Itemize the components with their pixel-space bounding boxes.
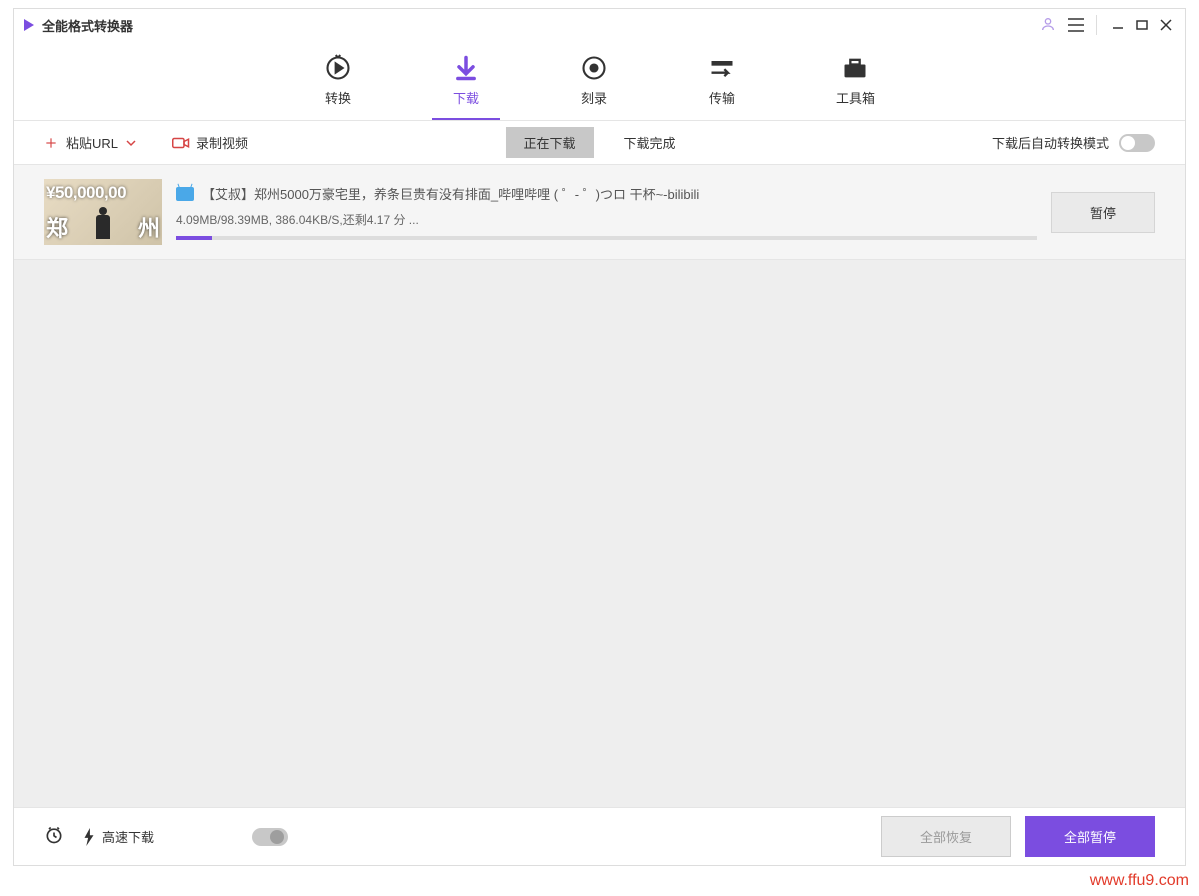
item-title-row: 【艾叔】郑州5000万豪宅里，养条巨贵有没有排面_哔哩哔哩 ( ゜- ゜)つロ … bbox=[176, 184, 1037, 203]
plus-icon bbox=[44, 136, 58, 150]
bilibili-icon bbox=[176, 187, 194, 201]
sub-tab-downloaded[interactable]: 下载完成 bbox=[606, 127, 694, 158]
speed-download-toggle[interactable] bbox=[252, 828, 288, 846]
thumb-price-text: ¥50,000,00 bbox=[46, 183, 126, 203]
window-controls bbox=[1109, 16, 1175, 34]
download-item: ¥50,000,00 郑 州 【艾叔】郑州5000万豪宅里，养条巨贵有没有排面_… bbox=[14, 165, 1185, 260]
item-info: 【艾叔】郑州5000万豪宅里，养条巨贵有没有排面_哔哩哔哩 ( ゜- ゜)つロ … bbox=[176, 184, 1037, 240]
item-title: 【艾叔】郑州5000万豪宅里，养条巨贵有没有排面_哔哩哔哩 ( ゜- ゜)つロ … bbox=[202, 184, 699, 203]
tab-label: 工具箱 bbox=[836, 88, 875, 107]
paste-url-label: 粘贴URL bbox=[66, 133, 118, 152]
lightning-icon bbox=[82, 828, 96, 846]
convert-icon bbox=[324, 54, 352, 82]
burn-icon bbox=[580, 54, 608, 82]
pause-all-button[interactable]: 全部暂停 bbox=[1025, 816, 1155, 857]
sub-toolbar: 粘贴URL 录制视频 正在下载 下载完成 下载后自动转换模式 bbox=[14, 121, 1185, 165]
tab-toolbox[interactable]: 工具箱 bbox=[816, 41, 895, 120]
auto-convert-label: 下载后自动转换模式 bbox=[992, 133, 1109, 152]
app-window: 全能格式转换器 转换 下载 刻录 bbox=[13, 8, 1186, 866]
close-button[interactable] bbox=[1157, 16, 1175, 34]
footer: 高速下载 全部恢复 全部暂停 bbox=[14, 807, 1185, 865]
titlebar-left: 全能格式转换器 bbox=[24, 16, 133, 35]
thumb-right-text: 州 bbox=[138, 211, 160, 243]
minimize-button[interactable] bbox=[1109, 16, 1127, 34]
download-list: ¥50,000,00 郑 州 【艾叔】郑州5000万豪宅里，养条巨贵有没有排面_… bbox=[14, 165, 1185, 807]
hamburger-menu-icon[interactable] bbox=[1068, 16, 1084, 34]
app-title: 全能格式转换器 bbox=[42, 16, 133, 35]
tab-label: 转换 bbox=[325, 88, 351, 107]
tab-burn[interactable]: 刻录 bbox=[560, 41, 628, 120]
clock-icon[interactable] bbox=[44, 825, 64, 848]
speed-label-text: 高速下载 bbox=[102, 827, 154, 846]
download-icon bbox=[452, 54, 480, 82]
tab-label: 刻录 bbox=[581, 88, 607, 107]
toolbox-icon bbox=[841, 54, 869, 82]
item-stats: 4.09MB/98.39MB, 386.04KB/S,还剩4.17 分 ... bbox=[176, 211, 1037, 228]
footer-left: 高速下载 bbox=[44, 825, 288, 848]
sub-tabs: 正在下载 下载完成 bbox=[505, 127, 693, 158]
titlebar: 全能格式转换器 bbox=[14, 9, 1185, 41]
user-icon[interactable] bbox=[1040, 16, 1056, 35]
tab-label: 下载 bbox=[453, 88, 479, 107]
video-thumbnail: ¥50,000,00 郑 州 bbox=[44, 179, 162, 245]
record-video-button[interactable]: 录制视频 bbox=[172, 133, 248, 152]
watermark: www.ffu9.com bbox=[1090, 872, 1189, 890]
sub-right: 下载后自动转换模式 bbox=[992, 133, 1155, 152]
camera-icon bbox=[172, 136, 190, 150]
tab-label: 传输 bbox=[709, 88, 735, 107]
transfer-icon bbox=[708, 54, 736, 82]
paste-url-button[interactable]: 粘贴URL bbox=[44, 133, 136, 152]
tab-transfer[interactable]: 传输 bbox=[688, 41, 756, 120]
resume-all-button[interactable]: 全部恢复 bbox=[881, 816, 1011, 857]
app-icon bbox=[24, 19, 34, 31]
main-tabs: 转换 下载 刻录 传输 工具箱 bbox=[14, 41, 1185, 121]
tab-download[interactable]: 下载 bbox=[432, 41, 500, 120]
chevron-down-icon bbox=[126, 138, 136, 148]
speed-download-label: 高速下载 bbox=[82, 827, 154, 846]
progress-fill bbox=[176, 236, 212, 240]
record-video-label: 录制视频 bbox=[196, 133, 248, 152]
titlebar-right bbox=[1040, 15, 1175, 35]
maximize-button[interactable] bbox=[1133, 16, 1151, 34]
pause-button[interactable]: 暂停 bbox=[1051, 192, 1155, 233]
sub-tab-downloading[interactable]: 正在下载 bbox=[505, 127, 593, 158]
footer-buttons: 全部恢复 全部暂停 bbox=[881, 816, 1155, 857]
tab-convert[interactable]: 转换 bbox=[304, 41, 372, 120]
progress-bar bbox=[176, 236, 1037, 240]
thumb-left-text: 郑 bbox=[46, 211, 68, 243]
auto-convert-toggle[interactable] bbox=[1119, 134, 1155, 152]
separator bbox=[1096, 15, 1097, 35]
